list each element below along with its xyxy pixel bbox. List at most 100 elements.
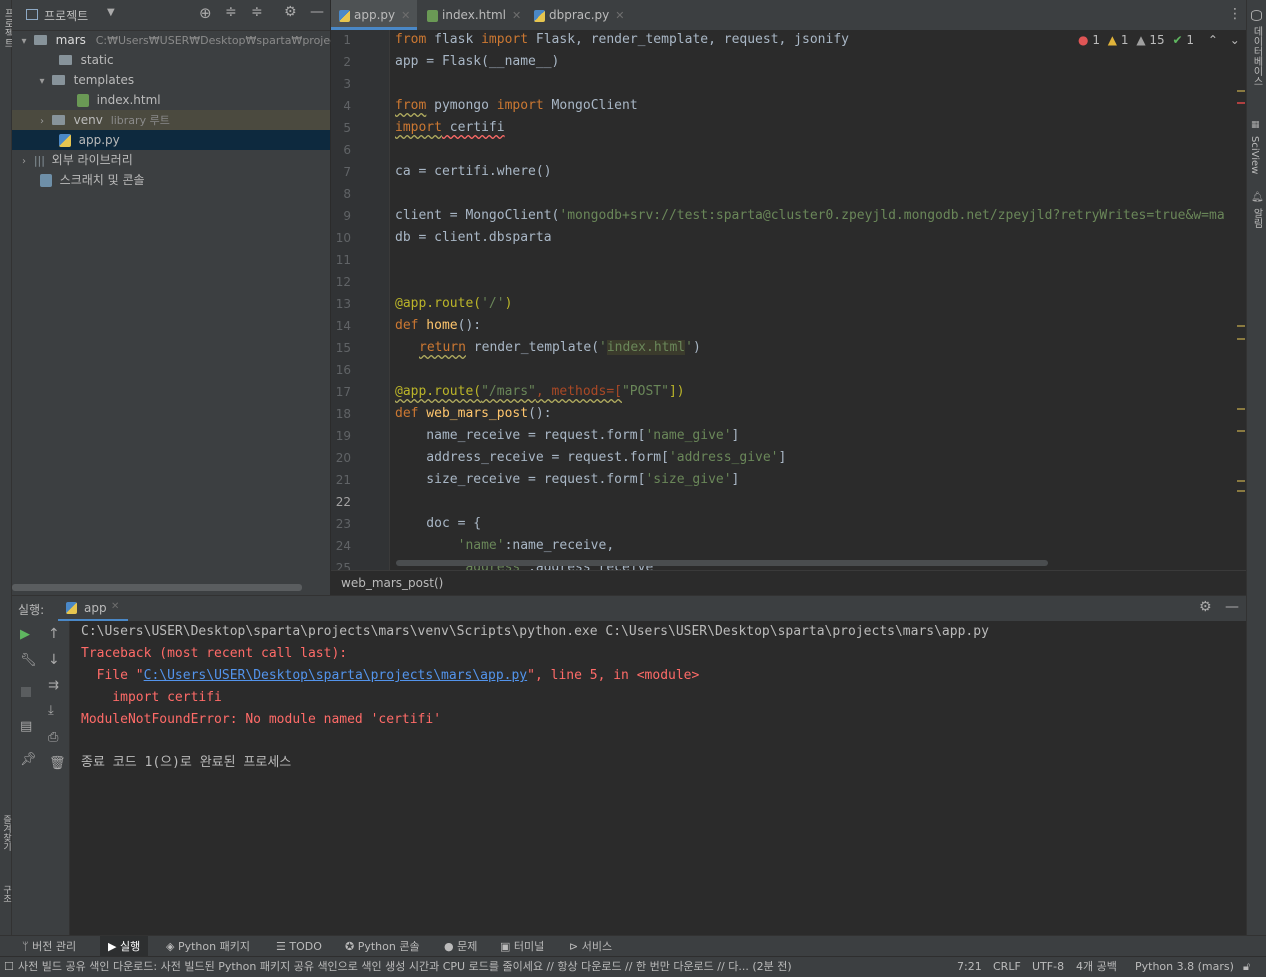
file-encoding[interactable]: UTF-8 [1032, 957, 1064, 977]
console-file-line: File "C:\Users\USER\Desktop\sparta\proje… [81, 665, 700, 687]
line-number: 21 [335, 473, 351, 487]
run-tab-app[interactable]: app ✕ [58, 596, 128, 622]
line-number: 18 [335, 407, 351, 421]
tree-item-scratches[interactable]: 스크래치 및 콘솔 [12, 170, 330, 190]
tool-todo[interactable]: ☰ TODO [276, 936, 322, 957]
tab-index-html[interactable]: index.html ✕ [419, 0, 527, 30]
chevron-down-icon[interactable]: ▾ [18, 32, 30, 52]
info-icon: ● [444, 940, 454, 953]
hide-panel-icon[interactable]: — [310, 4, 324, 20]
tree-item-static[interactable]: static [12, 50, 330, 70]
hide-panel-icon[interactable]: — [1225, 599, 1239, 615]
stripe-marker [1237, 430, 1245, 432]
trash-icon[interactable]: 🗑︎ [49, 756, 66, 771]
code-line: def home(): [395, 315, 481, 337]
console-code: import certifi [81, 690, 222, 705]
file-link[interactable]: C:\Users\USER\Desktop\sparta\projects\ma… [144, 668, 528, 683]
arrow-up-icon[interactable]: ↑ [48, 626, 60, 642]
chevron-up-icon[interactable]: ⌃ [1208, 33, 1218, 47]
locate-file-icon[interactable]: ⊕ [199, 4, 212, 22]
line-number: 2 [343, 55, 351, 69]
python-file-icon [339, 9, 350, 22]
soft-wrap-icon[interactable]: ⇉ [48, 678, 59, 693]
python-interpreter[interactable]: Python 3.8 (mars) [1135, 957, 1234, 977]
wrench-icon[interactable]: 🔧︎ [20, 653, 37, 668]
close-icon[interactable]: ✕ [401, 9, 410, 22]
error-stripe[interactable] [1237, 30, 1245, 570]
collapse-all-icon[interactable]: ≑ [251, 4, 263, 20]
tool-terminal[interactable]: ▣ 터미널 [500, 936, 544, 957]
close-icon[interactable]: ✕ [512, 9, 521, 22]
tool-problems[interactable]: ● 문제 [444, 936, 477, 957]
scroll-to-end-icon[interactable]: ⤓ [48, 703, 54, 718]
html-file-icon [427, 9, 438, 22]
print-icon[interactable]: ⎙ [48, 730, 58, 745]
notifications-tool-button[interactable]: 알림 [1249, 208, 1264, 228]
close-icon[interactable]: ✕ [111, 601, 119, 612]
tab-dbprac-py[interactable]: dbprac.py ✕ [526, 0, 634, 30]
sciview-tool-button[interactable]: SciView [1249, 136, 1260, 174]
status-message[interactable]: 사전 빌드 공유 색인 다운로드: 사전 빌드된 Python 패키지 공유 색… [18, 957, 918, 977]
tree-item-mars[interactable]: ▾ mars C:₩Users₩USER₩Desktop₩sparta₩proj… [12, 30, 357, 52]
keyword: from [395, 98, 427, 113]
decorator: ) [504, 296, 513, 311]
pin-icon[interactable]: 📌︎ [20, 752, 37, 767]
tree-item-app-py[interactable]: app.py [12, 130, 330, 150]
tool-label: 서비스 [581, 940, 613, 953]
keyword: def [395, 406, 419, 421]
indent-setting[interactable]: 4개 공백 [1076, 957, 1117, 977]
line-number: 19 [335, 429, 351, 443]
lock-icon[interactable]: 🔓︎ [1243, 957, 1250, 977]
stripe-marker [1237, 90, 1245, 92]
horizontal-scrollbar[interactable] [12, 584, 302, 591]
caret-position[interactable]: 7:21 [957, 957, 982, 977]
inspection-widget[interactable]: ● 1 ▲ 1 ▲ 15 ✔ 1 ⌃ ⌄ [1078, 33, 1240, 51]
tool-run[interactable]: ▶ 실행 [100, 936, 149, 957]
editor-horizontal-scrollbar[interactable] [396, 560, 1048, 566]
tool-services[interactable]: ⊳ 서비스 [569, 936, 612, 957]
line-number: 11 [335, 253, 351, 267]
warning-icon: ▲ [1107, 33, 1118, 47]
rerun-icon[interactable]: ▶ [20, 627, 30, 642]
more-tabs-icon[interactable]: ⋮ [1228, 6, 1242, 22]
code-line: from pymongo import MongoClient [395, 95, 638, 117]
tool-python-packages[interactable]: ◈ Python 패키지 [166, 936, 250, 957]
view-dropdown-icon[interactable]: ▼ [107, 7, 115, 18]
tool-python-console[interactable]: ✪ Python 콘솔 [345, 936, 420, 957]
line-number: 16 [335, 363, 351, 377]
tree-item-label: mars [55, 33, 86, 47]
tool-label: 실행 [119, 940, 141, 953]
keyword: import [496, 98, 544, 113]
project-panel-title[interactable]: 프로젝트 [44, 7, 88, 24]
arrow-down-icon[interactable]: ↓ [48, 652, 60, 668]
tree-item-index-html[interactable]: index.html [12, 90, 330, 110]
stop-icon[interactable] [21, 687, 31, 697]
console-error: ModuleNotFoundError: No module named 'ce… [81, 712, 442, 727]
code-editor[interactable]: from flask import Flask, render_template… [390, 30, 1246, 570]
run-console[interactable]: C:\Users\USER\Desktop\sparta\projects\ma… [70, 621, 1246, 935]
tree-item-label: templates [73, 73, 135, 87]
settings-gear-icon[interactable]: ⚙ [1199, 599, 1212, 615]
tree-item-external-libraries[interactable]: › ||| 외부 라이브러리 [12, 150, 330, 170]
tree-item-venv[interactable]: › venv library 루트 [12, 110, 330, 130]
tree-item-templates[interactable]: ▾ templates [12, 70, 330, 90]
tool-version-control[interactable]: ᛘ 버전 관리 [22, 936, 76, 957]
tab-app-py[interactable]: app.py ✕ [331, 0, 417, 30]
code-text: render_template( [465, 340, 600, 355]
weak-warning-count: 15 [1149, 33, 1165, 47]
code-text: ] [731, 428, 740, 443]
line-separator[interactable]: CRLF [993, 957, 1021, 977]
breadcrumb[interactable]: web_mars_post() [331, 570, 1246, 595]
string: index.html [606, 340, 686, 355]
line-number-gutter: 1 2 3 4 5 6 7 8 9 10 11 12 13 14 15 16 17 18 19 20 21 22 23 24 2… [331, 30, 390, 575]
chevron-right-icon[interactable]: › [18, 152, 30, 172]
breadcrumb-item[interactable]: web_mars_post() [341, 576, 443, 590]
database-tool-button[interactable]: 데이터베이스 [1249, 26, 1264, 86]
chevron-down-icon[interactable]: ▾ [36, 72, 48, 92]
settings-gear-icon[interactable]: ⚙ [284, 4, 297, 20]
layout-icon[interactable]: ▤ [20, 719, 32, 734]
python-file-icon [58, 134, 71, 147]
chevron-right-icon[interactable]: › [36, 112, 48, 132]
expand-all-icon[interactable]: ≑ [225, 4, 237, 20]
close-icon[interactable]: ✕ [615, 9, 624, 22]
